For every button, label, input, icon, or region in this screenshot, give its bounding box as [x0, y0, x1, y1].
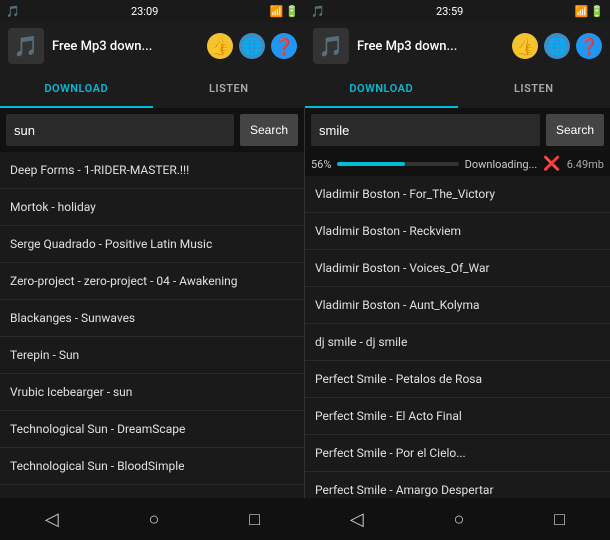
search-button-right[interactable]: Search — [546, 114, 604, 146]
list-item[interactable]: Blackanges - Sunwaves — [0, 300, 304, 337]
status-bar-right: 🎵 23:59 📶 🔋 — [305, 0, 610, 22]
list-item[interactable]: Perfect Smile - Petalos de Rosa — [305, 361, 610, 398]
app-header-left: 🎵 Free Mp3 down... 👍 🌐 ❓ — [0, 22, 305, 70]
tab-listen-right[interactable]: LISTEN — [458, 70, 610, 108]
progress-bar-fill — [337, 162, 405, 166]
list-item[interactable]: dj smile - dj smile — [305, 324, 610, 361]
list-item[interactable]: Terepin - Sun — [0, 337, 304, 374]
list-item[interactable]: Vladimir Boston - Voices_Of_War — [305, 250, 610, 287]
app-title-left: Free Mp3 down... — [52, 39, 199, 54]
list-item[interactable]: Vrubic Icebearger - sun — [0, 374, 304, 411]
home-button-right[interactable]: ○ — [454, 509, 465, 530]
progress-bar — [337, 162, 458, 166]
globe-icon-left[interactable]: 🌐 — [239, 33, 265, 59]
tab-download-left[interactable]: DOWNLOAD — [0, 70, 153, 108]
list-item[interactable]: Perfect Smile - El Acto Final — [305, 398, 610, 435]
progress-percent: 56% — [311, 158, 331, 171]
list-item[interactable]: Deep Forms - 1-RIDER-MASTER.!!! — [0, 152, 304, 189]
song-list-left: Deep Forms - 1-RIDER-MASTER.!!! Mortok -… — [0, 152, 304, 498]
file-size: 6.49mb — [567, 158, 604, 171]
globe-icon-right[interactable]: 🌐 — [544, 33, 570, 59]
status-bar-left: 🎵 23:09 📶 🔋 — [0, 0, 305, 22]
search-bar-left: Search — [0, 108, 304, 152]
list-item[interactable]: Mortok - holiday — [0, 189, 304, 226]
back-button-left[interactable]: ◁ — [45, 509, 59, 530]
app-icon-right: 🎵 — [313, 28, 349, 64]
time-left: 23:09 — [131, 5, 158, 18]
battery-icon-right: 🔋 — [590, 5, 604, 18]
list-item[interactable]: Zero-project - zero-project - 04 - Awake… — [0, 263, 304, 300]
list-item[interactable]: Technological Sun - DreamScape — [0, 411, 304, 448]
panel-left: Search Deep Forms - 1-RIDER-MASTER.!!! M… — [0, 108, 305, 498]
home-button-left[interactable]: ○ — [149, 509, 160, 530]
list-item[interactable]: Vladimir Boston - Aunt_Kolyma — [305, 287, 610, 324]
tab-listen-left[interactable]: LISTEN — [153, 70, 306, 108]
search-button-left[interactable]: Search — [240, 114, 298, 146]
thumbs-up-icon-left[interactable]: 👍 — [207, 33, 233, 59]
thumbs-up-icon-right[interactable]: 👍 — [512, 33, 538, 59]
tabs-left: DOWNLOAD LISTEN — [0, 70, 305, 108]
panel-right: Search 56% Downloading... ❌ 6.49mb Vladi… — [305, 108, 610, 498]
list-item[interactable]: Technological Sun - Simpleton — [0, 485, 304, 498]
tab-download-right[interactable]: DOWNLOAD — [305, 70, 458, 108]
tabs-right: DOWNLOAD LISTEN — [305, 70, 610, 108]
list-item[interactable]: Technological Sun - BloodSimple — [0, 448, 304, 485]
time-right: 23:59 — [436, 5, 463, 18]
cancel-download-button[interactable]: ❌ — [543, 156, 560, 172]
search-input-right[interactable] — [311, 114, 540, 146]
back-button-right[interactable]: ◁ — [350, 509, 364, 530]
help-icon-left[interactable]: ❓ — [271, 33, 297, 59]
download-progress: 56% Downloading... ❌ 6.49mb — [305, 152, 610, 176]
bottom-nav-left: ◁ ○ □ — [0, 498, 305, 540]
music-icon-left: 🎵 — [6, 5, 20, 18]
search-bar-right: Search — [305, 108, 610, 152]
help-icon-right[interactable]: ❓ — [576, 33, 602, 59]
list-item[interactable]: Vladimir Boston - For_The_Victory — [305, 176, 610, 213]
recent-button-right[interactable]: □ — [554, 509, 565, 530]
bottom-nav-right: ◁ ○ □ — [305, 498, 610, 540]
list-item[interactable]: Serge Quadrado - Positive Latin Music — [0, 226, 304, 263]
signal-icon-left: 📶 — [270, 5, 284, 18]
signal-icon-right: 📶 — [575, 5, 589, 18]
app-title-right: Free Mp3 down... — [357, 39, 504, 54]
battery-icon-left: 🔋 — [285, 5, 299, 18]
app-icon-left: 🎵 — [8, 28, 44, 64]
list-item[interactable]: Vladimir Boston - Reckviem — [305, 213, 610, 250]
recent-button-left[interactable]: □ — [249, 509, 260, 530]
app-header-right: 🎵 Free Mp3 down... 👍 🌐 ❓ — [305, 22, 610, 70]
list-item[interactable]: Perfect Smile - Por el Cielo... — [305, 435, 610, 472]
music-icon-right: 🎵 — [311, 5, 325, 18]
song-list-right: Vladimir Boston - For_The_Victory Vladim… — [305, 176, 610, 498]
list-item[interactable]: Perfect Smile - Amargo Despertar — [305, 472, 610, 498]
search-input-left[interactable] — [6, 114, 234, 146]
downloading-label: Downloading... — [465, 158, 538, 171]
